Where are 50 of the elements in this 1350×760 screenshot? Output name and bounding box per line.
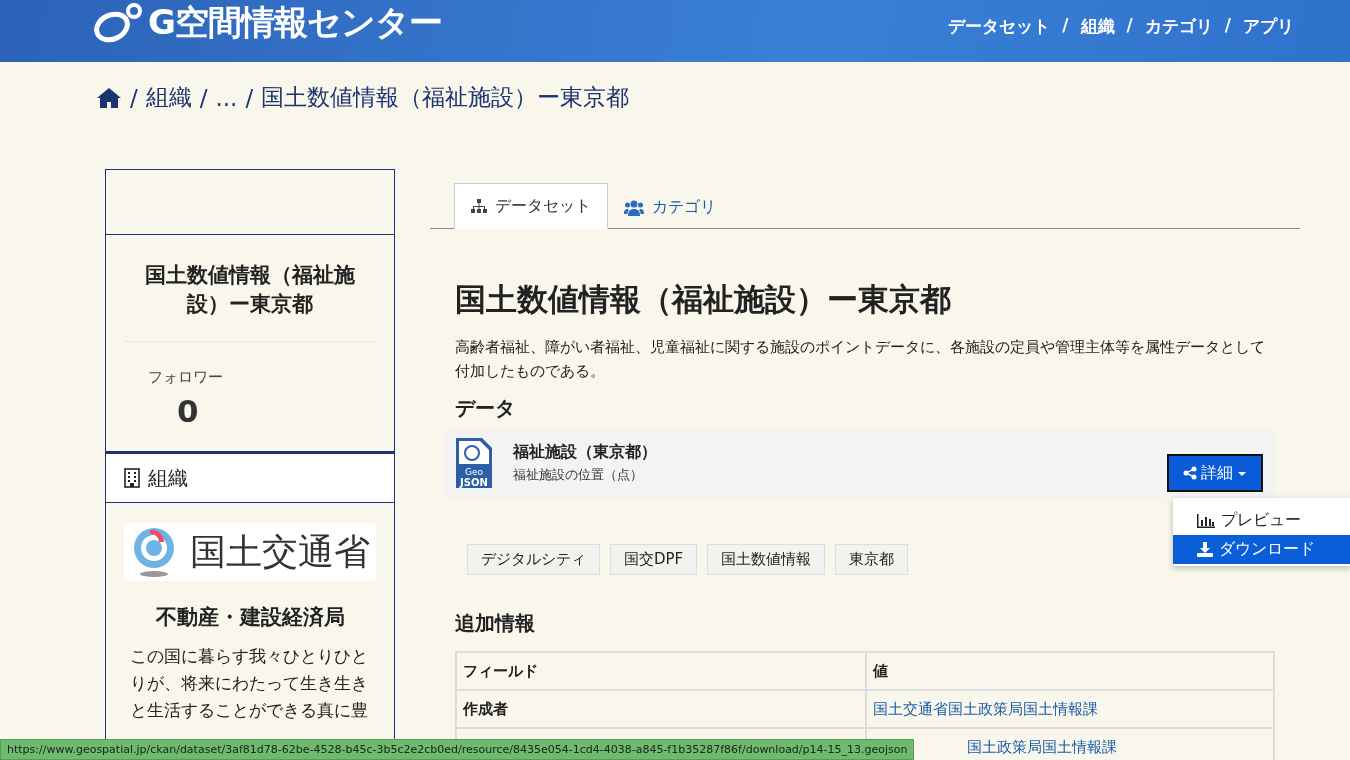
dataset-title: 国土数値情報（福祉施設）ー東京都 — [124, 261, 376, 342]
breadcrumb-link[interactable]: 国土数値情報（福祉施設）ー東京都 — [261, 82, 630, 113]
tag[interactable]: 東京都 — [835, 544, 909, 575]
resource-name: 福祉施設（東京都） — [513, 442, 658, 463]
logo-icon — [92, 3, 144, 43]
organization-logo: 国土交通省 — [124, 523, 376, 581]
organization-name: 不動産・建設経済局 — [154, 604, 346, 631]
home-icon[interactable] — [96, 86, 122, 109]
breadcrumb-separator: / — [245, 84, 254, 111]
menu-item[interactable]: ダウンロード — [1173, 535, 1350, 564]
caret-icon — [1237, 469, 1247, 477]
download-icon — [1197, 542, 1213, 557]
nav-link[interactable]: 組織 — [1080, 15, 1115, 38]
sitemap-icon — [471, 199, 487, 213]
dataset-description: 高齢者福祉、障がい者福祉、児童福祉に関する施設のポイントデータに、各施設の定員や管理主体等を属性データとして付加したものである。 — [455, 337, 1265, 382]
resource-description: 福祉施設の位置（点） — [513, 466, 644, 484]
breadcrumb-separator: / — [199, 84, 208, 111]
tag[interactable]: デジタルシティ — [467, 544, 600, 575]
column-header: フィールド — [456, 652, 866, 690]
site-title[interactable]: G空間情報センター — [148, 0, 442, 46]
status-url: https://www.geospatial.jp/ckan/dataset/3af81d78-62be-4528-b45c-3b5c2e2cb0ed/resource/8435e054-1cd4-4038-a845-f1b35287f86f/download/p14-15_13.geojson — [0, 739, 915, 760]
nav-separator: / — [1062, 15, 1069, 37]
menu-item[interactable]: プレビュー — [1173, 506, 1350, 535]
share-icon — [1183, 466, 1197, 480]
nav-link[interactable]: アプリ — [1243, 15, 1294, 38]
tab[interactable]: データセット — [454, 183, 608, 229]
nav-separator: / — [1224, 15, 1231, 37]
nav-link[interactable]: データセット — [948, 15, 1051, 38]
section-heading: 追加情報 — [455, 610, 536, 637]
breadcrumb-link[interactable]: ... — [215, 84, 238, 111]
nav-link[interactable]: カテゴリ — [1144, 15, 1213, 38]
tab[interactable]: カテゴリ — [608, 187, 732, 229]
table-cell: 作成者 — [456, 690, 866, 728]
followers-label: フォロワー — [148, 368, 223, 387]
nav-separator: / — [1126, 15, 1133, 37]
followers-count: 0 — [177, 393, 199, 429]
bar-chart-icon — [1197, 513, 1215, 528]
users-icon — [624, 199, 644, 216]
column-header: 値 — [866, 652, 1274, 690]
organization-description: この国に暮らす我々ひとりひとりが、将来にわたって生き生きと生活することができる真に豊 — [129, 645, 369, 722]
tag[interactable]: 国交DPF — [610, 544, 698, 575]
breadcrumb-separator: / — [130, 84, 138, 111]
section-heading: データ — [455, 395, 516, 422]
building-icon — [124, 468, 140, 488]
details-button[interactable]: 詳細 — [1167, 454, 1263, 492]
tag[interactable]: 国土数値情報 — [707, 544, 826, 575]
section-heading: 組織 — [148, 464, 188, 492]
page-title: 国土数値情報（福祉施設）ー東京都 — [455, 280, 952, 319]
breadcrumb-link[interactable]: 組織 — [145, 82, 192, 113]
file-format-icon: Geo JSON — [455, 437, 493, 489]
